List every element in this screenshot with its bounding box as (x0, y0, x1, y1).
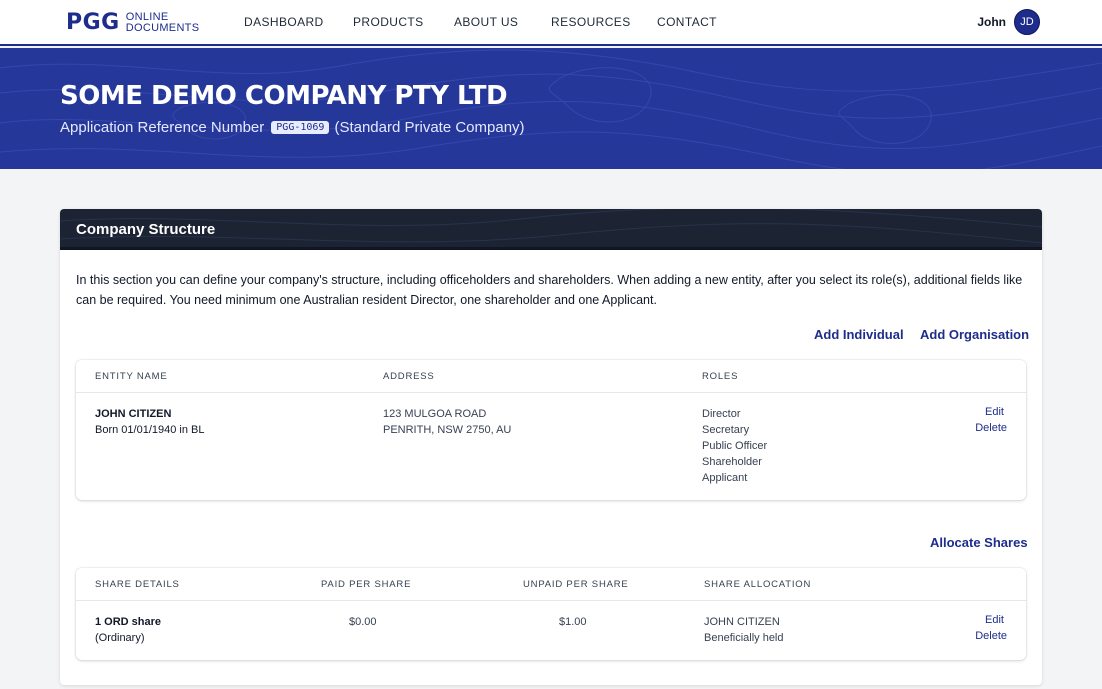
logo-line-2: DOCUMENTS (125, 21, 200, 34)
paid-per-share-value: $0.00 (349, 616, 377, 628)
shares-table: SHARE DETAILS PAID PER SHARE UNPAID PER … (76, 568, 1026, 660)
section-title: Company Structure (76, 221, 216, 238)
top-nav: PGG ONLINE DOCUMENTS DASHBOARD PRODUCTS … (0, 0, 1102, 46)
role-shareholder: Shareholder (702, 456, 762, 468)
entity-birth-details: Born 01/01/1940 in BL (95, 424, 205, 436)
company-type: (Standard Private Company) (334, 119, 525, 136)
role-applicant: Applicant (702, 472, 748, 484)
logo-text: ONLINE DOCUMENTS (125, 10, 200, 34)
share-detail: 1 ORD share (95, 616, 162, 628)
entity-name: JOHN CITIZEN (95, 408, 172, 420)
nav-dashboard[interactable]: DASHBOARD (244, 15, 324, 29)
entity-address-line-2: PENRITH, NSW 2750, AU (383, 424, 512, 436)
delete-entity-button[interactable]: Delete (975, 422, 1007, 434)
user-menu[interactable]: John JD (977, 9, 1040, 35)
entities-table: ENTITY NAME ADDRESS ROLES JOHN CITIZEN B… (76, 360, 1026, 500)
card-header: Company Structure (60, 209, 1042, 250)
role-director: Director (702, 408, 741, 420)
avatar[interactable]: JD (1014, 9, 1040, 35)
role-secretary: Secretary (702, 424, 750, 436)
add-individual-button[interactable]: Add Individual (814, 327, 904, 342)
nav-resources[interactable]: RESOURCES (551, 15, 631, 29)
share-holding-type: Beneficially held (704, 632, 784, 644)
role-public-officer: Public Officer (702, 440, 768, 452)
column-header-entity-name: ENTITY NAME (95, 371, 168, 382)
reference-label: Application Reference Number (60, 119, 265, 136)
delete-share-button[interactable]: Delete (975, 630, 1007, 642)
column-header-share-details: SHARE DETAILS (95, 579, 180, 590)
shares-table-header: SHARE DETAILS PAID PER SHARE UNPAID PER … (76, 568, 1026, 601)
edit-share-button[interactable]: Edit (985, 614, 1004, 626)
add-organisation-button[interactable]: Add Organisation (920, 327, 1029, 342)
section-intro: In this section you can define your comp… (76, 273, 1023, 307)
application-reference: Application Reference Number PGG-1069 (S… (60, 119, 525, 136)
unpaid-per-share-value: $1.00 (559, 616, 587, 628)
column-header-roles: ROLES (702, 371, 739, 382)
edit-entity-button[interactable]: Edit (985, 406, 1004, 418)
entities-table-header: ENTITY NAME ADDRESS ROLES (76, 360, 1026, 393)
nav-contact[interactable]: CONTACT (657, 15, 717, 29)
logo-mark: PGG (66, 10, 120, 35)
logo[interactable]: PGG ONLINE DOCUMENTS (66, 10, 199, 35)
reference-number-badge: PGG-1069 (271, 121, 330, 134)
nav-about-us[interactable]: ABOUT US (454, 15, 518, 29)
column-header-paid-per-share: PAID PER SHARE (321, 579, 412, 590)
logo-line-1: ONLINE (125, 10, 169, 23)
share-class: (Ordinary) (95, 632, 145, 644)
column-header-address: ADDRESS (383, 371, 435, 382)
hero-banner: SOME DEMO COMPANY PTY LTD Application Re… (0, 48, 1102, 169)
user-name: John (977, 15, 1006, 29)
company-structure-card: Company Structure In this section you ca… (60, 209, 1042, 685)
nav-products[interactable]: PRODUCTS (353, 15, 424, 29)
share-holder: JOHN CITIZEN (704, 616, 780, 628)
column-header-share-allocation: SHARE ALLOCATION (704, 579, 812, 590)
company-name: SOME DEMO COMPANY PTY LTD (60, 81, 508, 111)
column-header-unpaid-per-share: UNPAID PER SHARE (523, 579, 629, 590)
entity-address-line-1: 123 MULGOA ROAD (383, 408, 487, 420)
allocate-shares-button[interactable]: Allocate Shares (930, 535, 1028, 550)
